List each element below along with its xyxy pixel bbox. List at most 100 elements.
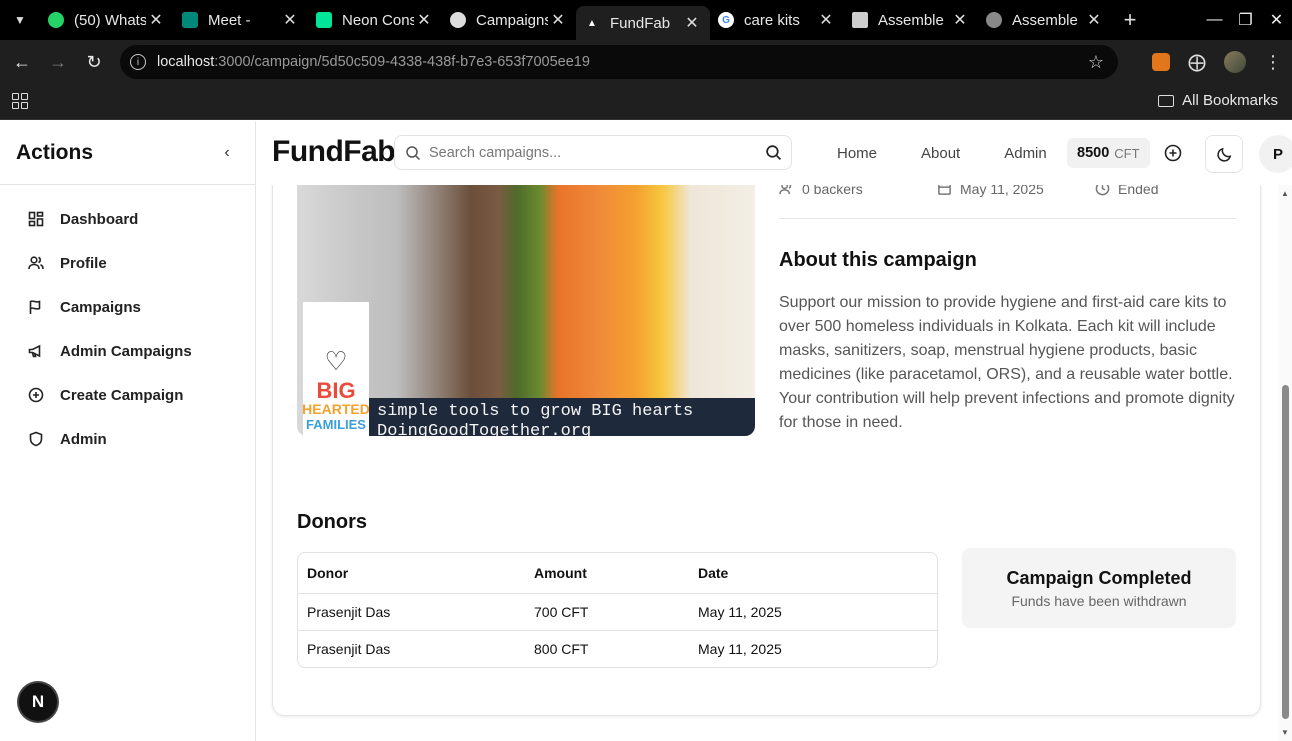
scrollbar-thumb[interactable] <box>1282 385 1289 719</box>
sidebar-item-label: Dashboard <box>60 210 139 228</box>
brand-logo[interactable]: FundFab <box>272 135 396 169</box>
search-submit-button[interactable] <box>755 144 791 161</box>
theme-toggle-button[interactable] <box>1205 135 1243 173</box>
balance-value: 8500 <box>1077 145 1110 161</box>
donation-amount: 800 CFT <box>534 641 589 657</box>
tab-assemble-2[interactable]: Assemble ✕ <box>978 0 1112 40</box>
column-header: Donor <box>307 565 349 581</box>
scroll-up-icon[interactable]: ▲ <box>1281 189 1289 198</box>
close-icon[interactable]: ✕ <box>816 10 836 30</box>
nav-admin-link[interactable]: Admin <box>1004 145 1047 162</box>
tab-title: care kits <box>744 11 800 29</box>
sidebar-item-label: Admin <box>60 430 107 448</box>
tab-care-kits[interactable]: G care kits ✕ <box>710 0 844 40</box>
minimize-icon[interactable]: — <box>1199 11 1230 29</box>
apps-grid-icon[interactable] <box>12 93 28 109</box>
tab-title: Meet - <box>208 11 251 29</box>
tab-fundfab[interactable]: ▲ FundFab ✕ <box>576 6 710 40</box>
bookmarks-bar: All Bookmarks <box>0 84 1292 120</box>
close-icon[interactable]: ✕ <box>414 10 434 30</box>
new-tab-button[interactable]: + <box>1112 7 1148 33</box>
table-row: Prasenjit Das 800 CFT May 11, 2025 <box>298 630 937 667</box>
donors-table: Donor Amount Date Prasenjit Das 700 CFT … <box>297 552 938 668</box>
tab-search-button[interactable]: ▼ <box>0 0 40 40</box>
sidebar-item-campaigns[interactable]: Campaigns <box>0 285 255 329</box>
donors-title: Donors <box>297 511 367 533</box>
nav-home-link[interactable]: Home <box>837 145 877 162</box>
sidebar-item-profile[interactable]: Profile <box>0 241 255 285</box>
primary-nav: Home About Admin <box>837 145 1091 162</box>
nav-about-link[interactable]: About <box>921 145 960 162</box>
sidebar-title: Actions <box>16 140 94 164</box>
back-icon[interactable]: ← <box>4 52 40 73</box>
donor-name: Prasenjit Das <box>307 604 391 620</box>
completion-subtitle: Funds have been withdrawn <box>1011 593 1187 609</box>
column-header: Date <box>698 565 729 581</box>
scroll-down-icon[interactable]: ▼ <box>1281 728 1289 737</box>
maximize-icon[interactable]: ❐ <box>1230 10 1261 30</box>
address-bar[interactable]: i localhost:3000/campaign/5d50c509-4338-… <box>120 45 1118 79</box>
sidebar-item-admin[interactable]: Admin <box>0 417 255 461</box>
users-icon <box>28 256 44 270</box>
close-icon[interactable]: ✕ <box>146 10 166 30</box>
campaign-completed-panel: Campaign Completed Funds have been withd… <box>962 548 1236 628</box>
column-header: Amount <box>534 565 587 581</box>
all-bookmarks-label: All Bookmarks <box>1182 92 1278 109</box>
search-input[interactable] <box>429 144 755 161</box>
campaign-status: Ended <box>1095 181 1158 218</box>
whatsapp-icon <box>48 12 64 28</box>
url-text: localhost:3000/campaign/5d50c509-4338-43… <box>157 54 590 70</box>
sidebar-item-create-campaign[interactable]: Create Campaign <box>0 373 255 417</box>
collapse-sidebar-icon[interactable]: ‹ <box>215 144 239 162</box>
tab-meet[interactable]: Meet - ✕ <box>174 0 308 40</box>
add-funds-icon[interactable] <box>1164 144 1182 162</box>
sidebar-item-label: Campaigns <box>60 298 141 316</box>
close-icon[interactable]: ✕ <box>280 10 300 30</box>
reload-icon[interactable]: ↻ <box>76 52 112 73</box>
sidebar-item-label: Admin Campaigns <box>60 342 192 360</box>
campaign-image: ♡ BIG HEARTED FAMILIES simple tools to g… <box>297 164 755 436</box>
triangle-icon: ▲ <box>587 17 597 29</box>
tab-campaigns[interactable]: Campaigns ✕ <box>442 0 576 40</box>
donor-name: Prasenjit Das <box>307 641 391 657</box>
tab-assemble-1[interactable]: Assemble ✕ <box>844 0 978 40</box>
forward-icon[interactable]: → <box>40 52 76 73</box>
all-bookmarks-button[interactable]: All Bookmarks <box>1158 92 1278 109</box>
browser-profile-avatar[interactable] <box>1224 51 1246 73</box>
megaphone-icon <box>28 344 41 358</box>
browser-toolbar: ← → ↻ i localhost:3000/campaign/5d50c509… <box>0 40 1292 84</box>
site-info-icon[interactable]: i <box>130 54 146 70</box>
browser-menu-icon[interactable]: ⋮ <box>1264 52 1282 73</box>
assemble-icon <box>852 12 868 28</box>
browser-tab-bar: ▼ (50) WhatsApp ✕ Meet - ✕ Neon Console … <box>0 0 1292 40</box>
tab-whatsapp[interactable]: (50) WhatsApp ✕ <box>40 0 174 40</box>
nextjs-dev-badge[interactable]: N <box>19 683 57 721</box>
heart-icon: ♡ <box>324 346 348 376</box>
search-icon <box>406 145 421 160</box>
sidebar-item-admin-campaigns[interactable]: Admin Campaigns <box>0 329 255 373</box>
donation-amount: 700 CFT <box>534 604 589 620</box>
bookmark-star-icon[interactable]: ☆ <box>1088 52 1104 73</box>
sidebar-item-dashboard[interactable]: Dashboard <box>0 197 255 241</box>
metamask-extension-icon[interactable] <box>1152 53 1170 71</box>
page-scrollbar[interactable]: ▲ ▼ <box>1278 185 1292 741</box>
extensions-icon[interactable]: ⨁ <box>1188 52 1206 73</box>
close-icon[interactable]: ✕ <box>548 10 568 30</box>
about-description: Support our mission to provide hygiene a… <box>779 294 1235 431</box>
close-icon[interactable]: ✕ <box>1084 10 1104 30</box>
close-window-icon[interactable]: ✕ <box>1261 10 1292 30</box>
big-hearted-families-logo: ♡ BIG HEARTED FAMILIES <box>302 302 370 436</box>
image-caption: simple tools to grow BIG hearts DoingGoo… <box>369 398 755 436</box>
about-title: About this campaign <box>779 249 977 271</box>
close-icon[interactable]: ✕ <box>950 10 970 30</box>
actions-sidebar: Actions ‹ Dashboard Profile Campaigns Ad… <box>0 121 256 741</box>
globe-icon <box>986 12 1002 28</box>
search-icon <box>765 145 781 161</box>
tab-neon[interactable]: Neon Console ✕ <box>308 0 442 40</box>
neon-icon <box>316 12 332 28</box>
close-icon[interactable]: ✕ <box>682 13 702 33</box>
sidebar-item-label: Create Campaign <box>60 386 184 404</box>
user-avatar[interactable]: P <box>1259 135 1292 173</box>
shield-icon <box>29 431 43 447</box>
moon-icon <box>1216 147 1231 162</box>
